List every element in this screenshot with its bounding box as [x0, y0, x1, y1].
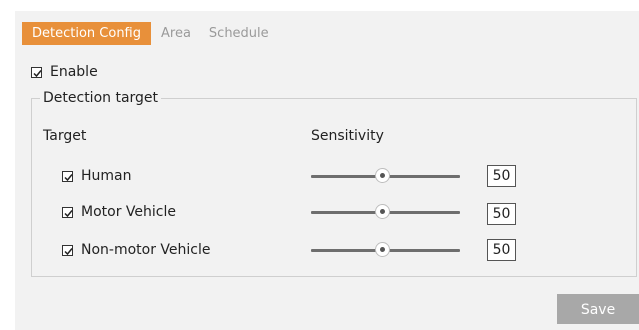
sensitivity-column-header: Sensitivity [311, 128, 384, 144]
motor-vehicle-label: Motor Vehicle [81, 204, 176, 220]
human-sensitivity-slider[interactable] [311, 166, 460, 186]
target-motor-vehicle: Motor Vehicle [62, 202, 176, 222]
target-row-non-motor-vehicle: Non-motor Vehicle 50 [0, 239, 639, 261]
motor-vehicle-sensitivity-slider[interactable] [311, 202, 460, 222]
tab-area[interactable]: Area [153, 22, 199, 45]
check-icon [64, 247, 73, 255]
motor-vehicle-sensitivity-input[interactable]: 50 [487, 203, 516, 225]
human-checkbox[interactable] [62, 170, 73, 182]
target-column-header: Target [43, 128, 87, 144]
check-icon [64, 209, 73, 217]
check-icon [33, 69, 42, 77]
target-row-motor-vehicle: Motor Vehicle 50 [0, 202, 639, 225]
check-icon [64, 173, 73, 181]
non-motor-vehicle-label: Non-motor Vehicle [81, 242, 211, 258]
motor-vehicle-checkbox[interactable] [62, 206, 73, 218]
tab-schedule[interactable]: Schedule [201, 22, 277, 45]
enable-row: Enable [31, 64, 98, 80]
human-sensitivity-input[interactable]: 50 [487, 165, 516, 187]
non-motor-vehicle-sensitivity-slider[interactable] [311, 240, 460, 260]
detection-target-legend: Detection target [43, 90, 159, 106]
human-label: Human [81, 168, 132, 184]
target-row-human: Human 50 [0, 165, 639, 187]
tab-detection-config[interactable]: Detection Config [22, 22, 151, 45]
save-button[interactable]: Save [557, 294, 639, 324]
slider-thumb[interactable] [374, 242, 390, 257]
enable-label: Enable [50, 64, 98, 80]
non-motor-vehicle-checkbox[interactable] [62, 244, 73, 256]
non-motor-vehicle-sensitivity-input[interactable]: 50 [487, 239, 516, 261]
target-non-motor-vehicle: Non-motor Vehicle [62, 240, 211, 260]
enable-checkbox[interactable] [31, 66, 42, 78]
slider-thumb[interactable] [374, 168, 390, 183]
tab-bar: Detection Config Area Schedule [22, 22, 279, 45]
target-human: Human [62, 166, 132, 186]
slider-thumb[interactable] [374, 204, 390, 219]
